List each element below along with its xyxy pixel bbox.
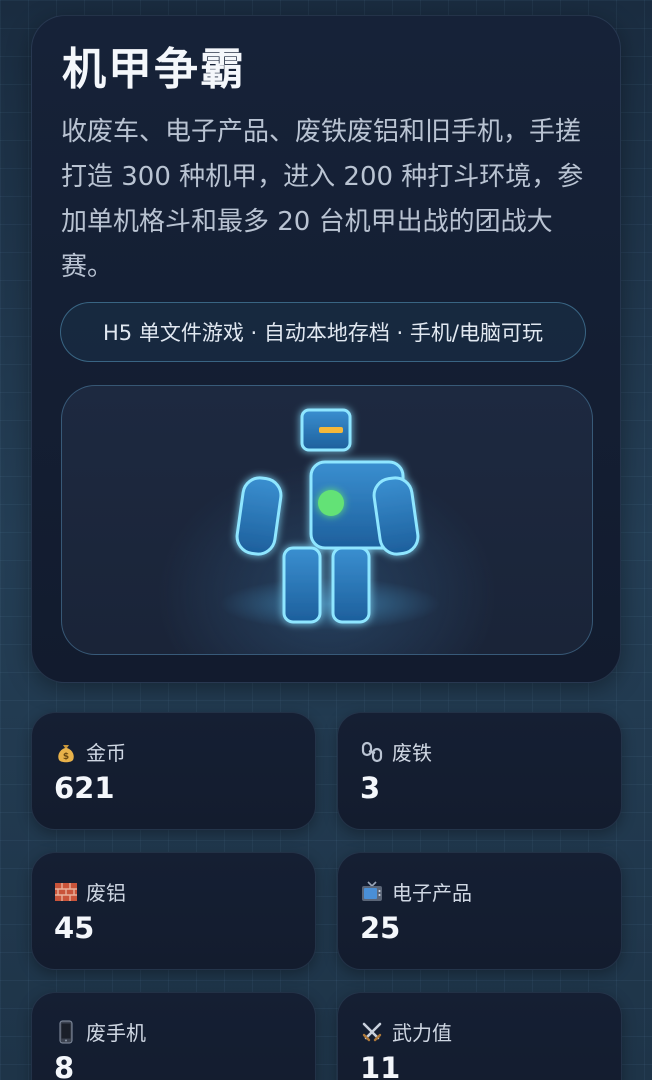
game-title: 机甲争霸 (62, 44, 246, 95)
stat-label: 武力值 (392, 1021, 452, 1045)
feature-tag-pill: H5 单文件游戏 · 自动本地存档 · 手机/电脑可玩 (60, 302, 586, 362)
stat-card-combat-power: 武力值 11 (337, 992, 622, 1080)
stat-value: 25 (360, 911, 401, 945)
game-description: 收废车、电子产品、废铁废铝和旧手机，手搓打造 300 种机甲，进入 200 种打… (61, 117, 584, 282)
robot-core-light (318, 490, 344, 516)
robot-preview-stage[interactable] (61, 385, 593, 655)
stat-card-scrap-aluminum: 废铝 45 (31, 852, 316, 970)
robot-right-leg (331, 546, 371, 624)
robot-illustration (220, 408, 440, 630)
robot-left-arm (235, 476, 283, 556)
stat-card-electronics: 电子产品 25 (337, 852, 622, 970)
stat-card-scrap-iron: 废铁 3 (337, 712, 622, 830)
stat-label: 废铝 (86, 881, 126, 905)
chain-icon (360, 740, 384, 764)
robot-visor (319, 427, 343, 433)
stat-card-gold: $ 金币 621 (31, 712, 316, 830)
mobile-phone-icon (54, 1020, 78, 1044)
game-hero-card: 机甲争霸 收废车、电子产品、废铁废铝和旧手机，手搓打造 300 种机甲，进入 2… (31, 15, 621, 683)
stat-value: 45 (54, 911, 95, 945)
tv-icon (360, 880, 384, 904)
stat-value: 8 (54, 1051, 75, 1080)
money-bag-icon: $ (54, 740, 78, 764)
floor-glow (220, 578, 440, 630)
crossed-swords-icon (360, 1020, 384, 1044)
stat-label: 废铁 (392, 741, 432, 765)
stat-value: 621 (54, 771, 115, 805)
stat-value: 11 (360, 1051, 401, 1080)
robot-left-leg (282, 546, 322, 624)
bricks-icon (54, 880, 78, 904)
stat-label: 金币 (86, 741, 126, 765)
stat-label: 废手机 (86, 1021, 146, 1045)
stat-card-scrap-phones: 废手机 8 (31, 992, 316, 1080)
stat-value: 3 (360, 771, 381, 805)
stat-label: 电子产品 (392, 881, 472, 905)
svg-text:$: $ (63, 752, 69, 762)
